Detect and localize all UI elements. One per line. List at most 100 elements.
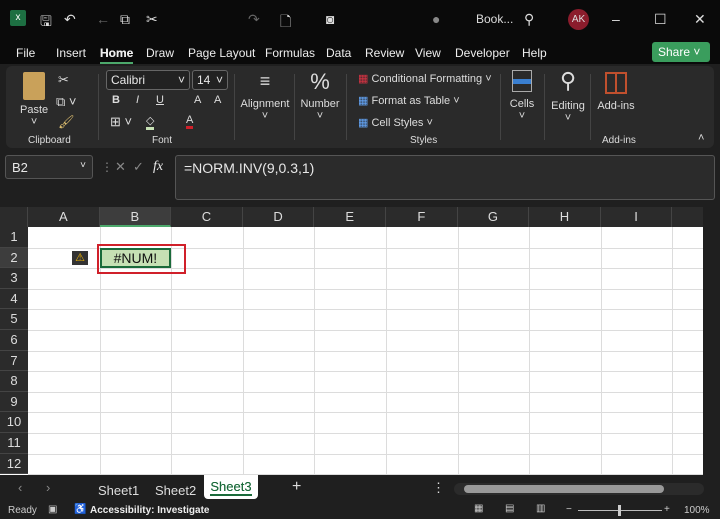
sheet-tab-sheet3[interactable]: Sheet3 Sheet3: [204, 475, 258, 499]
column-header-h[interactable]: H: [529, 207, 601, 227]
cells-button[interactable]: Cells ˅: [506, 70, 538, 122]
font-name-dropdown[interactable]: Calibri ˅: [106, 70, 190, 90]
column-header-f[interactable]: F: [386, 207, 458, 227]
horizontal-scrollbar[interactable]: [454, 483, 704, 495]
italic-button[interactable]: I: [136, 94, 139, 106]
tab-formulas[interactable]: Formulas: [265, 46, 315, 60]
undo-icon[interactable]: ↶: [64, 11, 76, 28]
conditional-formatting-button[interactable]: ▦ Conditional Formatting ˅: [358, 72, 492, 85]
sheet-tab-sheet2[interactable]: Sheet2: [155, 483, 196, 498]
page-layout-view-icon[interactable]: ▤: [505, 503, 514, 514]
share-button[interactable]: Share ˅: [652, 42, 710, 62]
sheet-tab-sheet1[interactable]: Sheet1: [98, 483, 139, 498]
row-header-6[interactable]: 6: [0, 330, 28, 351]
enter-icon[interactable]: ✓: [133, 159, 144, 175]
bold-button[interactable]: B: [112, 94, 120, 106]
column-header-g[interactable]: G: [457, 207, 530, 227]
vertical-scrollbar[interactable]: [703, 207, 720, 475]
column-header-b[interactable]: B: [99, 207, 172, 227]
row-header-3[interactable]: 3: [0, 268, 28, 289]
tab-developer[interactable]: Developer: [455, 46, 510, 60]
column-header-e[interactable]: E: [314, 207, 386, 227]
save-icon[interactable]: 🖫: [40, 11, 52, 35]
doc-name[interactable]: Book...: [476, 12, 513, 26]
more-icon[interactable]: ⋮: [101, 160, 113, 174]
underline-button[interactable]: U: [156, 94, 164, 106]
paste-button[interactable]: Paste ˅: [20, 72, 48, 128]
fill-color-icon[interactable]: ◇: [146, 114, 155, 130]
formula-input[interactable]: =NORM.INV(9,0.3,1): [175, 155, 715, 200]
column-header-a[interactable]: A: [28, 207, 100, 227]
row-header-5[interactable]: 5: [0, 309, 28, 330]
alignment-button[interactable]: ≡ Alignment ˅: [240, 72, 290, 122]
minimize-icon[interactable]: –: [612, 11, 620, 27]
editing-button[interactable]: ⚲ Editing ˅: [548, 68, 588, 124]
font-color-button[interactable]: A: [186, 114, 194, 129]
maximize-icon[interactable]: ☐: [654, 11, 667, 28]
collapse-ribbon-icon[interactable]: ˄: [698, 132, 704, 144]
accessibility-status[interactable]: Accessibility: Investigate: [90, 505, 210, 516]
back-icon[interactable]: ←: [96, 11, 110, 27]
tab-draw[interactable]: Draw: [146, 46, 174, 60]
row-header-12[interactable]: 12: [0, 453, 28, 475]
grow-font-button[interactable]: A: [194, 94, 201, 106]
tab-file[interactable]: File: [16, 46, 35, 60]
borders-icon[interactable]: ⊞ ˅: [110, 114, 132, 130]
column-header-i[interactable]: I: [600, 207, 673, 227]
ribbon: Paste ˅ ✂ ⧉ ˅ 🖌 Clipboard Calibri ˅ 14 ˅ B …: [6, 66, 714, 148]
tab-view[interactable]: View: [415, 46, 441, 60]
select-all[interactable]: [0, 207, 28, 227]
shrink-font-button[interactable]: A: [214, 94, 221, 106]
tab-help[interactable]: Help: [522, 46, 547, 60]
zoom-in-icon[interactable]: +: [664, 504, 670, 515]
row-header-1[interactable]: 1: [0, 227, 28, 248]
add-sheet-icon[interactable]: +: [292, 478, 301, 496]
number-button[interactable]: % Number ˅: [300, 70, 340, 123]
cell-styles-button[interactable]: ▦ Cell Styles ˅: [358, 116, 433, 129]
error-warning-icon[interactable]: ⚠: [72, 250, 88, 265]
camera-icon[interactable]: ◙: [326, 11, 334, 27]
row-header-10[interactable]: 10: [0, 412, 28, 433]
format-painter-icon[interactable]: 🖌: [58, 114, 75, 130]
more-options-icon[interactable]: ⋮: [432, 480, 445, 496]
column-header-d[interactable]: D: [242, 207, 315, 227]
font-size-dropdown[interactable]: 14 ˅: [192, 70, 228, 90]
tab-page-layout[interactable]: Page Layout: [188, 46, 255, 60]
close-icon[interactable]: ✕: [694, 11, 706, 28]
page-break-view-icon[interactable]: ▥: [536, 503, 545, 514]
macro-icon[interactable]: ▣: [48, 504, 57, 515]
zoom-out-icon[interactable]: −: [566, 504, 572, 515]
column-header-c[interactable]: C: [171, 207, 243, 227]
cut-icon[interactable]: ✂: [146, 11, 158, 28]
zoom-slider[interactable]: [578, 505, 662, 516]
worksheet-grid[interactable]: A B C D E F G H I 1 2 3 4 5 6 7 8 9 10 11 12 ⚠ #NUM!: [0, 207, 713, 476]
copy-icon[interactable]: ⧉: [120, 11, 130, 28]
zoom-level[interactable]: 100%: [684, 505, 710, 516]
tab-data[interactable]: Data: [326, 46, 351, 60]
prev-sheet-icon[interactable]: ‹: [18, 480, 22, 495]
row-header-9[interactable]: 9: [0, 391, 28, 413]
search-icon[interactable]: ⚲: [524, 11, 534, 28]
row-header-2[interactable]: 2: [0, 247, 28, 269]
row-header-7[interactable]: 7: [0, 350, 28, 372]
next-sheet-icon[interactable]: ›: [46, 480, 50, 495]
row-header-4[interactable]: 4: [0, 288, 28, 310]
insert-function-icon[interactable]: fx: [153, 159, 163, 175]
format-as-table-button[interactable]: ▦ Format as Table ˅: [358, 94, 460, 107]
normal-view-icon[interactable]: ▦: [474, 503, 483, 514]
cut-icon[interactable]: ✂: [58, 72, 69, 88]
tab-review[interactable]: Review: [365, 46, 404, 60]
copy-icon[interactable]: ⧉ ˅: [56, 94, 77, 110]
row-header-11[interactable]: 11: [0, 433, 28, 454]
cancel-icon[interactable]: ✕: [115, 159, 126, 175]
new-file-icon[interactable]: 🗋: [280, 11, 291, 35]
tab-insert[interactable]: Insert: [56, 46, 86, 60]
active-tab[interactable]: Home: [100, 46, 134, 64]
redo-icon[interactable]: ↷: [248, 11, 260, 28]
row-header-8[interactable]: 8: [0, 371, 28, 392]
name-box[interactable]: B2 ˅: [5, 155, 93, 179]
add-ins-button[interactable]: Add-ins: [596, 72, 636, 112]
accessibility-icon[interactable]: ♿: [74, 504, 86, 515]
record-icon[interactable]: ●: [432, 11, 440, 27]
avatar[interactable]: AK: [568, 9, 589, 30]
